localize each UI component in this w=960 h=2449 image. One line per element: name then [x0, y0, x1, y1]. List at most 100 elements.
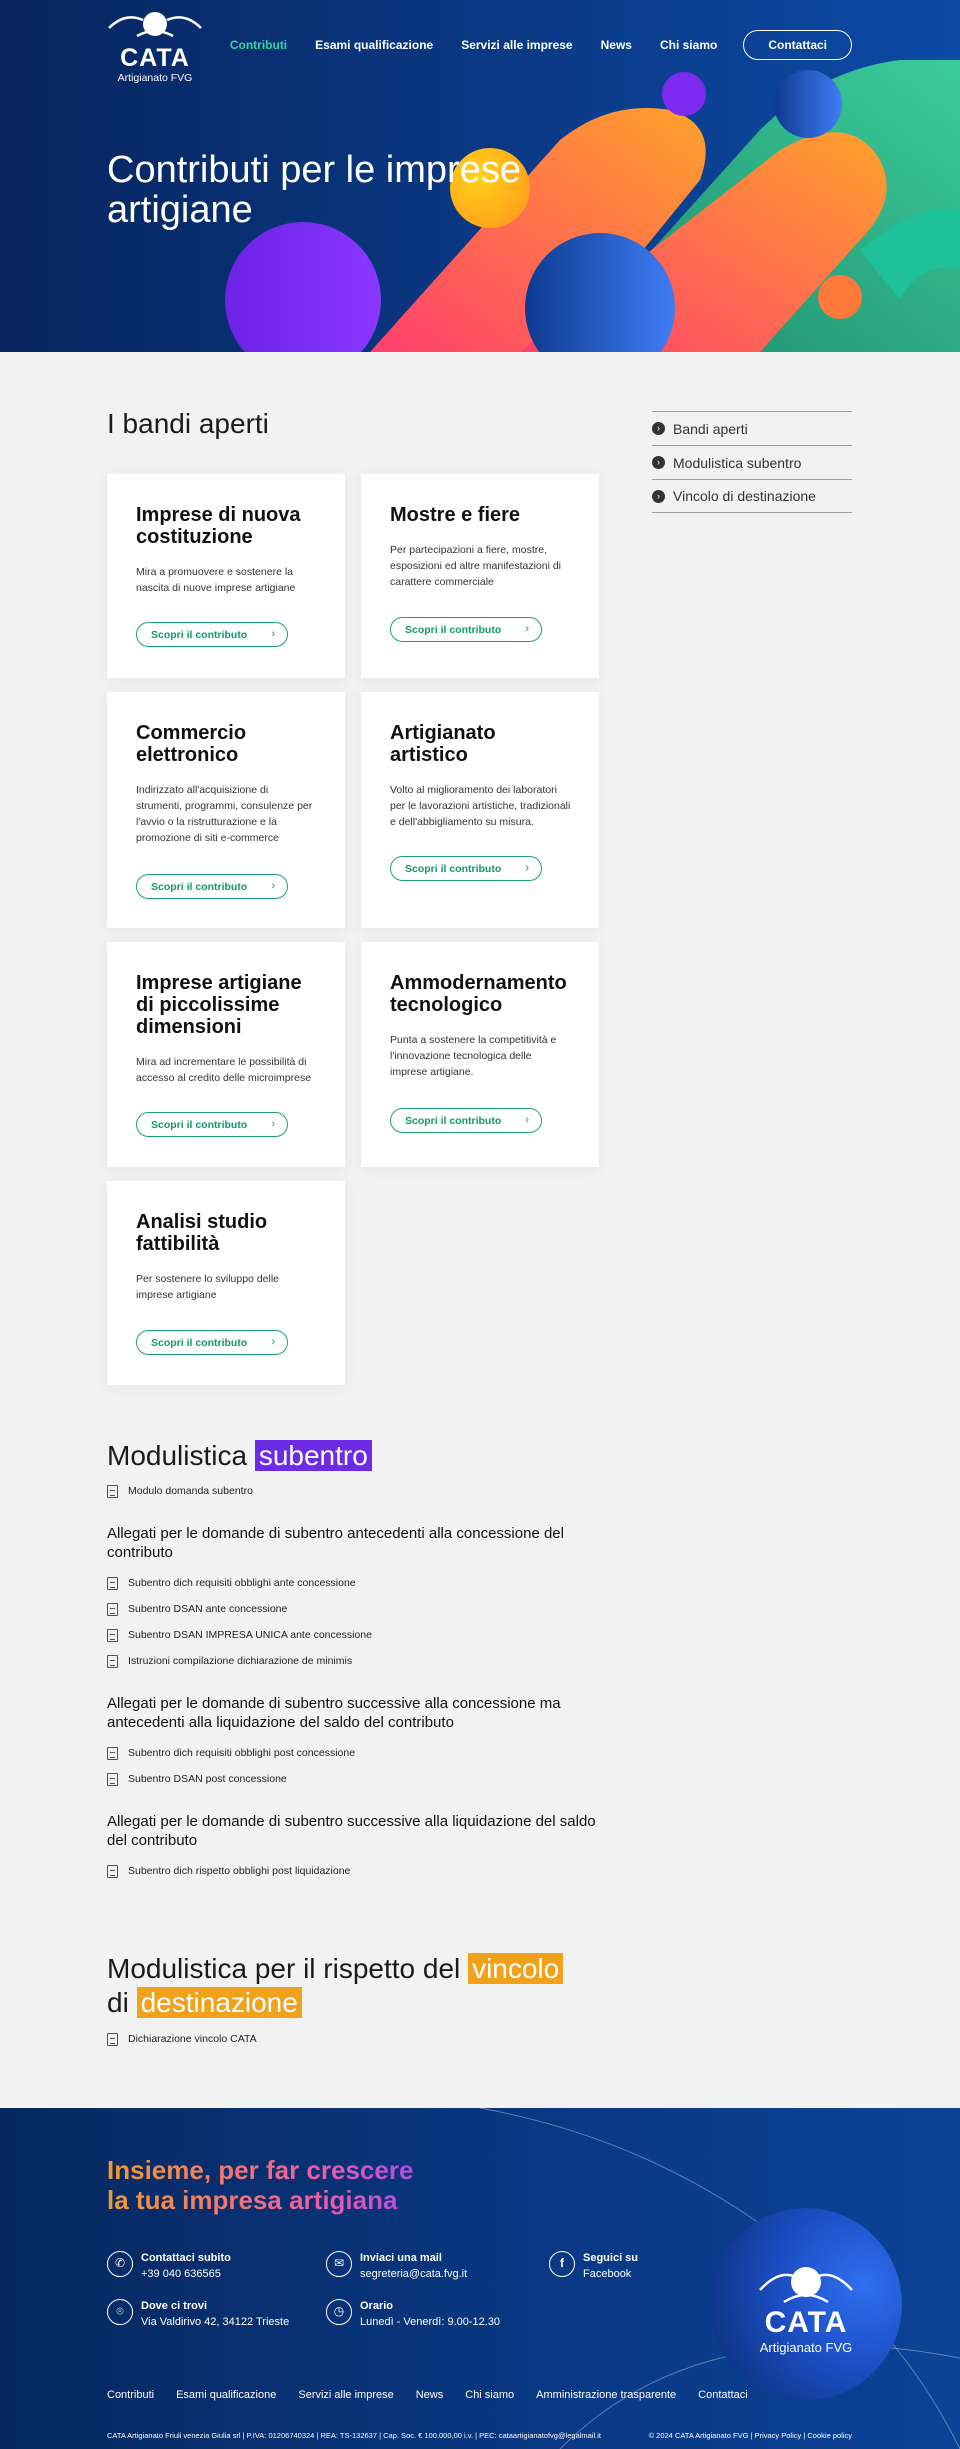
footer-link-contattaci[interactable]: Contattaci: [698, 2389, 748, 2401]
subentro-title: Modulistica subentro: [107, 1440, 607, 1472]
footer-nav: Contributi Esami qualificazione Servizi …: [107, 2389, 770, 2401]
vincolo-title: Modulistica per il rispetto del vincolo d…: [107, 1952, 607, 2020]
bando-description: Indirizzato all'acquisizione di strument…: [136, 784, 313, 844]
contact-value: Facebook: [583, 2268, 632, 2280]
bando-description: Punta a sostenere la competitività e l'i…: [390, 1034, 557, 1078]
cookie-policy-link[interactable]: Cookie policy: [807, 2431, 852, 2440]
document-link[interactable]: Modulo domanda subentro: [107, 1478, 607, 1504]
chevron-right-icon: ›: [652, 422, 665, 435]
footer-slogan: Insieme, per far crescere la tua impresa…: [107, 2155, 413, 2215]
copyright-text: © 2024 CATA Artigianato FVG: [648, 2431, 749, 2440]
scopri-contributo-button[interactable]: Scopri il contributo ›: [136, 1112, 288, 1137]
scopri-contributo-button[interactable]: Scopri il contributo ›: [136, 874, 288, 899]
sidebar-item-vincolo-destinazione[interactable]: › Vincolo di destinazione: [652, 479, 852, 513]
document-link[interactable]: Subentro DSAN ante concessione: [107, 1596, 607, 1622]
bando-description: Per sostenere lo sviluppo delle imprese …: [136, 1273, 280, 1301]
logo-title: CATA: [764, 2306, 848, 2339]
page-title: Contributi per le imprese artigiane: [107, 149, 521, 231]
footer-link-servizi[interactable]: Servizi alle imprese: [298, 2389, 393, 2401]
site-footer: Insieme, per far crescere la tua impresa…: [0, 2108, 960, 2449]
sidebar-item-bandi-aperti[interactable]: › Bandi aperti: [652, 411, 852, 445]
slogan-line: la tua impresa artigiana: [107, 2185, 398, 2215]
document-link[interactable]: Subentro dich requisiti obblighi post co…: [107, 1740, 607, 1766]
bando-description: Per partecipazioni a fiere, mostre, espo…: [390, 544, 562, 588]
logo-subtitle: Artigianato FVG: [759, 2340, 853, 2355]
contact-label: Contattaci subito: [141, 2252, 231, 2264]
nav-esami-qualificazione[interactable]: Esami qualificazione: [315, 38, 433, 52]
document-link[interactable]: Subentro DSAN IMPRESA UNICA ante concess…: [107, 1622, 607, 1648]
document-link[interactable]: Istruzioni compilazione dichiarazione de…: [107, 1648, 607, 1674]
document-icon: [107, 1864, 118, 1878]
slogan-line: Insieme, per far crescere: [107, 2155, 414, 2185]
contact-facebook[interactable]: f Seguici su Facebook: [549, 2251, 638, 2283]
title-text: di: [107, 1987, 129, 2018]
title-highlight: destinazione: [136, 1987, 302, 2018]
bando-card: Ammodernamento tecnologico Punta a soste…: [361, 942, 599, 1167]
bando-title: Artigianato artistico: [390, 722, 496, 766]
contact-label: Seguici su: [583, 2252, 639, 2264]
bando-title: Analisi studio fattibilità: [136, 1211, 268, 1255]
scopri-contributo-button[interactable]: Scopri il contributo ›: [390, 856, 542, 881]
scopri-contributo-button[interactable]: Scopri il contributo ›: [390, 1108, 542, 1133]
bando-title: Commercio elettronico: [136, 722, 247, 766]
clock-icon: ◷: [326, 2299, 352, 2325]
document-link[interactable]: Dichiarazione vincolo CATA: [107, 2026, 607, 2052]
mail-icon: ✉: [326, 2251, 352, 2277]
title-text: Modulistica: [107, 1440, 248, 1471]
bandi-title: I bandi aperti: [107, 408, 269, 439]
subentro-section: Modulistica subentro Modulo domanda sube…: [107, 1440, 607, 1884]
privacy-policy-link[interactable]: Privacy Policy: [755, 2431, 802, 2440]
document-label: Modulo domanda subentro: [128, 1485, 253, 1497]
chevron-right-icon: ›: [652, 489, 665, 503]
logo-emblem-icon: [108, 12, 202, 38]
scopri-contributo-button[interactable]: Scopri il contributo ›: [390, 617, 542, 642]
nav-contributi[interactable]: Contributi: [230, 38, 287, 52]
button-label: Scopri il contributo: [151, 1337, 248, 1349]
footer-link-esami[interactable]: Esami qualificazione: [176, 2389, 276, 2401]
chevron-right-icon: ›: [525, 623, 529, 635]
bando-title: Imprese di nuova costituzione: [136, 504, 301, 548]
document-link[interactable]: Subentro dich requisiti obblighi ante co…: [107, 1570, 607, 1596]
contact-label: Orario: [360, 2300, 394, 2312]
footer-link-news[interactable]: News: [416, 2389, 444, 2401]
bando-card: Mostre e fiere Per partecipazioni a fier…: [361, 474, 599, 678]
chevron-right-icon: ›: [271, 1336, 275, 1348]
chevron-right-icon: ›: [271, 880, 275, 892]
document-link[interactable]: Subentro DSAN post concessione: [107, 1766, 607, 1792]
bando-card: Commercio elettronico Indirizzato all'ac…: [107, 692, 345, 928]
document-icon: [107, 1654, 118, 1668]
nav-news[interactable]: News: [601, 38, 632, 52]
footer-link-contributi[interactable]: Contributi: [107, 2389, 154, 2401]
document-label: Istruzioni compilazione dichiarazione de…: [128, 1655, 353, 1667]
nav-servizi-imprese[interactable]: Servizi alle imprese: [461, 38, 572, 52]
nav-chi-siamo[interactable]: Chi siamo: [660, 38, 717, 52]
logo-subtitle: Artigianato FVG: [117, 72, 193, 84]
contact-hours: ◷ Orario Lunedì - Venerdì: 9.00-12.30: [326, 2299, 500, 2331]
sidebar-item-modulistica-subentro[interactable]: › Modulistica subentro: [652, 445, 852, 479]
document-link[interactable]: Subentro dich rispetto obblighi post liq…: [107, 1858, 607, 1884]
chevron-right-icon: ›: [271, 628, 275, 640]
bando-card: Artigianato artistico Volto al miglioram…: [361, 692, 599, 928]
scopri-contributo-button[interactable]: Scopri il contributo ›: [136, 622, 288, 647]
scopri-contributo-button[interactable]: Scopri il contributo ›: [136, 1330, 288, 1355]
footer-link-amministrazione[interactable]: Amministrazione trasparente: [536, 2389, 676, 2401]
contattaci-button[interactable]: Contattaci: [743, 30, 852, 60]
group-heading: Allegati per le domande di subentro ante…: [107, 1525, 564, 1561]
contact-phone[interactable]: ✆ Contattaci subito +39 040 636565: [107, 2251, 231, 2283]
document-icon: [107, 1602, 118, 1616]
contact-email[interactable]: ✉ Inviaci una mail segreteria@cata.fvg.it: [326, 2251, 467, 2283]
group-heading: Allegati per le domande di subentro succ…: [107, 1813, 596, 1849]
vincolo-section: Modulistica per il rispetto del vincolo d…: [107, 1952, 607, 2052]
group-heading: Allegati per le domande di subentro succ…: [107, 1695, 561, 1731]
document-label: Subentro DSAN IMPRESA UNICA ante concess…: [128, 1629, 372, 1641]
chevron-right-icon: ›: [525, 1114, 529, 1126]
document-label: Dichiarazione vincolo CATA: [128, 2033, 257, 2045]
cata-logo[interactable]: CATA Artigianato FVG: [107, 6, 203, 84]
sidebar-item-label: Bandi aperti: [673, 420, 748, 437]
contact-address[interactable]: ⌾ Dove ci trovi Via Valdirivo 42, 34122 T…: [107, 2299, 289, 2331]
footer-link-chi-siamo[interactable]: Chi siamo: [465, 2389, 514, 2401]
title-highlight: subentro: [254, 1440, 372, 1471]
bando-card: Imprese di nuova costituzione Mira a pro…: [107, 474, 345, 678]
bando-title: Imprese artigiane di piccolissime dimens…: [136, 972, 302, 1038]
document-label: Subentro DSAN post concessione: [128, 1773, 287, 1785]
